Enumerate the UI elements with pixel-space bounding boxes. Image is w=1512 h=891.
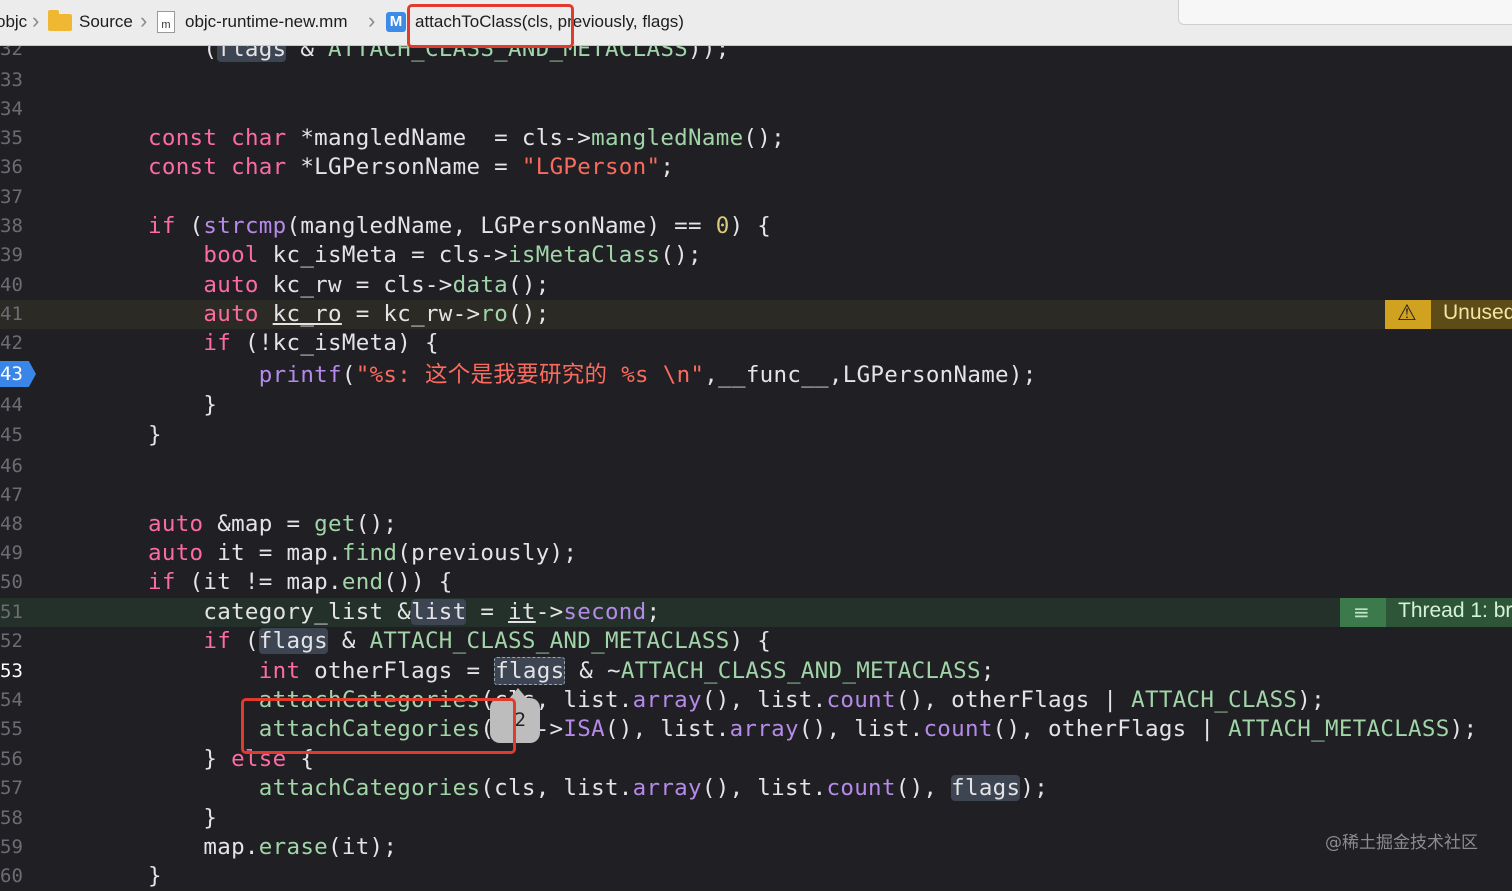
- warning-triangle-icon: ⚠: [1385, 300, 1431, 329]
- line-number: 53: [0, 660, 23, 682]
- code-line[interactable]: 58 }: [0, 804, 1512, 833]
- line-number: 44: [0, 394, 23, 416]
- code-line-warning[interactable]: 41 auto kc_ro = kc_rw->ro();: [0, 300, 1512, 330]
- code-line-current[interactable]: 51 category_list &list = it->second;: [0, 598, 1512, 628]
- lines-icon: ≡: [1340, 598, 1386, 627]
- code-text: if (!kc_isMeta) {: [203, 330, 439, 356]
- file-badge: m: [161, 19, 171, 31]
- code-line[interactable]: 53 int otherFlags = flags & ~ATTACH_CLAS…: [0, 657, 1512, 686]
- code-line[interactable]: 55 attachCategories(cls->ISA(), list.arr…: [0, 715, 1512, 744]
- code-line[interactable]: 48 auto &map = get();: [0, 510, 1512, 539]
- warning-label: Unused: [1443, 301, 1512, 324]
- chevron-right-icon: ›: [140, 8, 148, 33]
- code-text: category_list &list = it->second;: [148, 599, 661, 625]
- code-text: bool kc_isMeta = cls->isMetaClass();: [203, 242, 702, 268]
- breadcrumb-item-project[interactable]: objc: [0, 12, 27, 32]
- objc-file-icon: m: [157, 11, 175, 33]
- code-line[interactable]: 60 }: [0, 862, 1512, 891]
- code-line[interactable]: 39 bool kc_isMeta = cls->isMetaClass();: [0, 241, 1512, 270]
- code-line[interactable]: 59 map.erase(it);: [0, 833, 1512, 862]
- top-right-panel: [1178, 0, 1512, 25]
- code-text: const char *LGPersonName = "LGPerson";: [148, 154, 675, 180]
- line-number: 49: [0, 542, 23, 564]
- code-text: printf("%s: 这个是我要研究的 %s \n",__func__,LGP…: [258, 362, 1037, 388]
- method-icon: M: [386, 12, 406, 32]
- code-line[interactable]: 52 if (flags & ATTACH_CLASS_AND_METACLAS…: [0, 627, 1512, 656]
- warning-annotation[interactable]: ⚠ Unused: [1385, 300, 1512, 329]
- line-number: 47: [0, 484, 23, 506]
- code-line[interactable]: 42 if (!kc_isMeta) {: [0, 329, 1512, 358]
- line-number: 34: [0, 98, 23, 120]
- line-number: 40: [0, 274, 23, 296]
- code-text: }: [148, 392, 218, 418]
- code-text: auto &map = get();: [148, 511, 398, 537]
- code-text: if (strcmp(mangledName, LGPersonName) ==…: [148, 213, 772, 239]
- line-number: 42: [0, 332, 23, 354]
- folder-icon: [48, 10, 72, 31]
- code-text: const char *mangledName = cls->mangledNa…: [148, 125, 785, 151]
- code-line[interactable]: 36 const char *LGPersonName = "LGPerson"…: [0, 153, 1512, 182]
- code-text: auto kc_rw = cls->data();: [203, 272, 550, 298]
- line-number: 51: [0, 601, 23, 623]
- annotation-highlight-box: [407, 4, 574, 48]
- code-text: }: [148, 863, 162, 889]
- line-number: 57: [0, 777, 23, 799]
- code-text: if (flags & ATTACH_CLASS_AND_METACLASS) …: [203, 628, 772, 654]
- code-line[interactable]: 50 if (it != map.end()) {: [0, 568, 1512, 597]
- line-number: 55: [0, 718, 23, 740]
- code-line[interactable]: 35 const char *mangledName = cls->mangle…: [0, 124, 1512, 153]
- code-line[interactable]: 45 }: [0, 421, 1512, 450]
- line-number: 38: [0, 215, 23, 237]
- code-text: }: [148, 422, 162, 448]
- chevron-right-icon: ›: [32, 8, 40, 33]
- code-editor[interactable]: 32 (flags & ATTACH_CLASS_AND_METACLASS))…: [0, 0, 1512, 889]
- line-number: 45: [0, 424, 23, 446]
- line-number: 39: [0, 244, 23, 266]
- line-number: 35: [0, 127, 23, 149]
- code-text: auto it = map.find(previously);: [148, 540, 578, 566]
- watermark: @稀土掘金技术社区: [1325, 833, 1478, 853]
- breadcrumb-item-file[interactable]: objc-runtime-new.mm: [185, 12, 348, 32]
- breakpoint-marker[interactable]: 43: [0, 361, 36, 387]
- annotation-highlight-box: [241, 698, 516, 754]
- code-line[interactable]: 40 auto kc_rw = cls->data();: [0, 271, 1512, 300]
- line-number: 36: [0, 156, 23, 178]
- breadcrumb-item-folder[interactable]: Source: [79, 12, 133, 32]
- code-line-breakpoint[interactable]: 43 printf("%s: 这个是我要研究的 %s \n",__func__,…: [0, 361, 1512, 390]
- line-number: 48: [0, 513, 23, 535]
- line-number: 56: [0, 748, 23, 770]
- thread-label: Thread 1: br: [1398, 599, 1512, 622]
- code-line[interactable]: 57 attachCategories(cls, list.array(), l…: [0, 774, 1512, 803]
- code-text: int otherFlags = flags & ~ATTACH_CLASS_A…: [258, 657, 995, 685]
- thread-annotation[interactable]: ≡ Thread 1: br: [1340, 598, 1512, 627]
- code-text: map.erase(it);: [148, 834, 398, 860]
- code-text: attachCategories(cls, list.array(), list…: [258, 775, 1049, 801]
- line-number: 43: [0, 363, 23, 385]
- line-number: 58: [0, 807, 23, 829]
- line-number: 60: [0, 865, 23, 887]
- code-line[interactable]: 38 if (strcmp(mangledName, LGPersonName)…: [0, 212, 1512, 241]
- line-number: 41: [0, 303, 23, 325]
- line-number: 50: [0, 571, 23, 593]
- tooltip-digit: 2: [514, 709, 526, 731]
- method-badge: M: [389, 13, 403, 30]
- code-text: if (it != map.end()) {: [148, 569, 453, 595]
- code-line[interactable]: 44 }: [0, 391, 1512, 420]
- line-number: 33: [0, 69, 23, 91]
- jump-bar[interactable]: objc › Source › m objc-runtime-new.mm › …: [0, 0, 1512, 48]
- code-text: auto kc_ro = kc_rw->ro();: [203, 301, 550, 327]
- line-number: 54: [0, 689, 23, 711]
- code-text: }: [148, 805, 218, 831]
- code-line[interactable]: 56 } else {: [0, 745, 1512, 774]
- line-number: 37: [0, 186, 23, 208]
- line-number: 59: [0, 836, 23, 858]
- line-number: 52: [0, 630, 23, 652]
- code-line[interactable]: 49 auto it = map.find(previously);: [0, 539, 1512, 568]
- chevron-right-icon: ›: [368, 8, 376, 33]
- code-line[interactable]: 54 attachCategories(cls, list.array(), l…: [0, 686, 1512, 715]
- line-number: 46: [0, 455, 23, 477]
